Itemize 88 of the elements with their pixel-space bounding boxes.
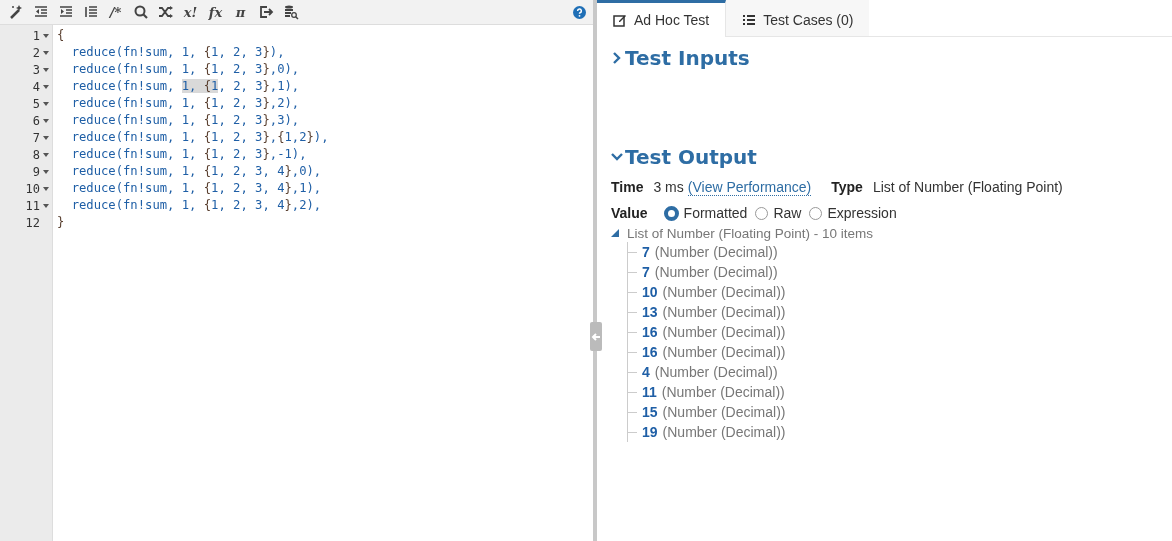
code-line: reduce(fn!sum, 1, {1, 2, 3},3), xyxy=(70,112,301,129)
item-type: (Number (Decimal)) xyxy=(662,324,786,340)
edit-icon xyxy=(613,13,627,27)
search-icon[interactable] xyxy=(132,3,149,21)
toolbar-button[interactable]: x! xyxy=(182,3,199,21)
chevron-down-icon xyxy=(611,151,623,163)
fold-caret-icon[interactable] xyxy=(43,169,49,174)
fold-caret-icon[interactable] xyxy=(43,135,49,140)
export-icon[interactable] xyxy=(257,3,274,21)
tab[interactable]: Ad Hoc Test xyxy=(597,0,727,37)
tree-label[interactable]: List of Number (Floating Point) - 10 items xyxy=(627,225,874,241)
toolbar-button[interactable]: π xyxy=(232,3,249,21)
item-type: (Number (Decimal)) xyxy=(662,344,786,360)
line-number: 12 xyxy=(25,215,40,230)
section-header[interactable]: Test Inputs xyxy=(611,44,750,72)
item-type: (Number (Decimal)) xyxy=(662,284,786,300)
item-type: (Number (Decimal)) xyxy=(654,244,778,260)
radio-button[interactable] xyxy=(663,205,679,221)
fold-caret-icon[interactable] xyxy=(43,203,49,208)
code-line: reduce(fn!sum, 1, {1, 2, 3}), xyxy=(70,44,286,61)
item-value: 7 xyxy=(642,244,650,260)
fold-caret-icon[interactable] xyxy=(43,152,49,157)
field-label: Type xyxy=(831,179,863,195)
field-label: Time xyxy=(611,179,644,195)
tab[interactable]: Test Cases (0) xyxy=(726,0,870,36)
line-number: 5 xyxy=(32,96,40,111)
toolbar-button[interactable]: fx xyxy=(207,3,224,21)
fold-caret-icon[interactable] xyxy=(43,33,49,38)
item-type: (Number (Decimal)) xyxy=(662,404,786,420)
collapse-handle[interactable] xyxy=(590,322,602,351)
field-label: Value xyxy=(611,205,648,221)
line-number: 11 xyxy=(25,198,40,213)
item-value: 10 xyxy=(642,284,658,300)
item-value: 11 xyxy=(642,384,657,400)
radio-button[interactable] xyxy=(809,206,823,220)
item-value: 16 xyxy=(642,344,658,360)
radio-label[interactable]: Expression xyxy=(827,205,897,221)
arrow-left-icon xyxy=(591,331,601,342)
shuffle-icon[interactable] xyxy=(157,3,174,21)
line-number: 3 xyxy=(32,62,40,77)
toolbar-button[interactable]: /* xyxy=(107,3,124,21)
item-type: (Number (Decimal)) xyxy=(654,364,778,380)
line-number: 6 xyxy=(32,113,40,128)
code-line: reduce(fn!sum, 1, {1, 2, 3},{1,2}), xyxy=(70,129,329,146)
line-number: 10 xyxy=(25,181,40,196)
view-performance-link[interactable]: (View Performance) xyxy=(687,178,812,196)
fold-caret-icon[interactable] xyxy=(43,50,49,55)
radio-label[interactable]: Formatted xyxy=(683,205,748,221)
item-type: (Number (Decimal)) xyxy=(661,384,785,400)
fold-caret-icon[interactable] xyxy=(43,101,49,106)
item-type: (Number (Decimal)) xyxy=(654,264,778,280)
type-value: List of Number (Floating Point) xyxy=(872,179,1063,195)
line-number: 8 xyxy=(32,147,40,162)
code-line: reduce(fn!sum, 1, {1, 2, 3, 4},1), xyxy=(70,180,323,197)
item-value: 15 xyxy=(642,404,658,420)
radio-button[interactable] xyxy=(755,206,769,220)
tree-toggle-icon[interactable] xyxy=(611,229,619,237)
code-line: reduce(fn!sum, 1, {1, 2, 3, 4},0), xyxy=(70,163,323,180)
section-header[interactable]: Test Output xyxy=(611,143,757,171)
fold-caret-icon[interactable] xyxy=(43,84,49,89)
item-value: 7 xyxy=(642,264,650,280)
code-line: { xyxy=(57,27,66,44)
line-number: 1 xyxy=(32,28,40,43)
code-line: reduce(fn!sum, 1, {1, 2, 3},-1), xyxy=(70,146,308,163)
line-number: 4 xyxy=(32,79,40,94)
fold-caret-icon[interactable] xyxy=(43,118,49,123)
fold-caret-icon[interactable] xyxy=(43,67,49,72)
line-number: 2 xyxy=(32,45,40,60)
help-icon[interactable] xyxy=(573,5,586,19)
radio-label[interactable]: Raw xyxy=(773,205,802,221)
line-number: 9 xyxy=(32,164,40,179)
fold-caret-icon[interactable] xyxy=(43,186,49,191)
item-value: 4 xyxy=(642,364,650,380)
chevron-right-icon xyxy=(611,52,623,64)
code-line: } xyxy=(57,214,66,231)
item-value: 19 xyxy=(642,424,658,440)
code-line: reduce(fn!sum, 1, {1, 2, 3},2), xyxy=(70,95,301,112)
code-line: reduce(fn!sum, 1, {1, 2, 3},0), xyxy=(70,61,301,78)
code-line: reduce(fn!sum, 1, {1, 2, 3},1), xyxy=(70,78,301,95)
list-icon xyxy=(742,12,757,27)
item-type: (Number (Decimal)) xyxy=(662,304,786,320)
item-type: (Number (Decimal)) xyxy=(662,424,786,440)
item-value: 16 xyxy=(642,324,658,340)
database-search-icon[interactable] xyxy=(282,3,299,21)
line-number: 7 xyxy=(32,130,40,145)
code-line: reduce(fn!sum, 1, {1, 2, 3, 4},2), xyxy=(70,197,323,214)
item-value: 13 xyxy=(642,304,658,320)
time-value: 3 ms xyxy=(653,179,684,195)
